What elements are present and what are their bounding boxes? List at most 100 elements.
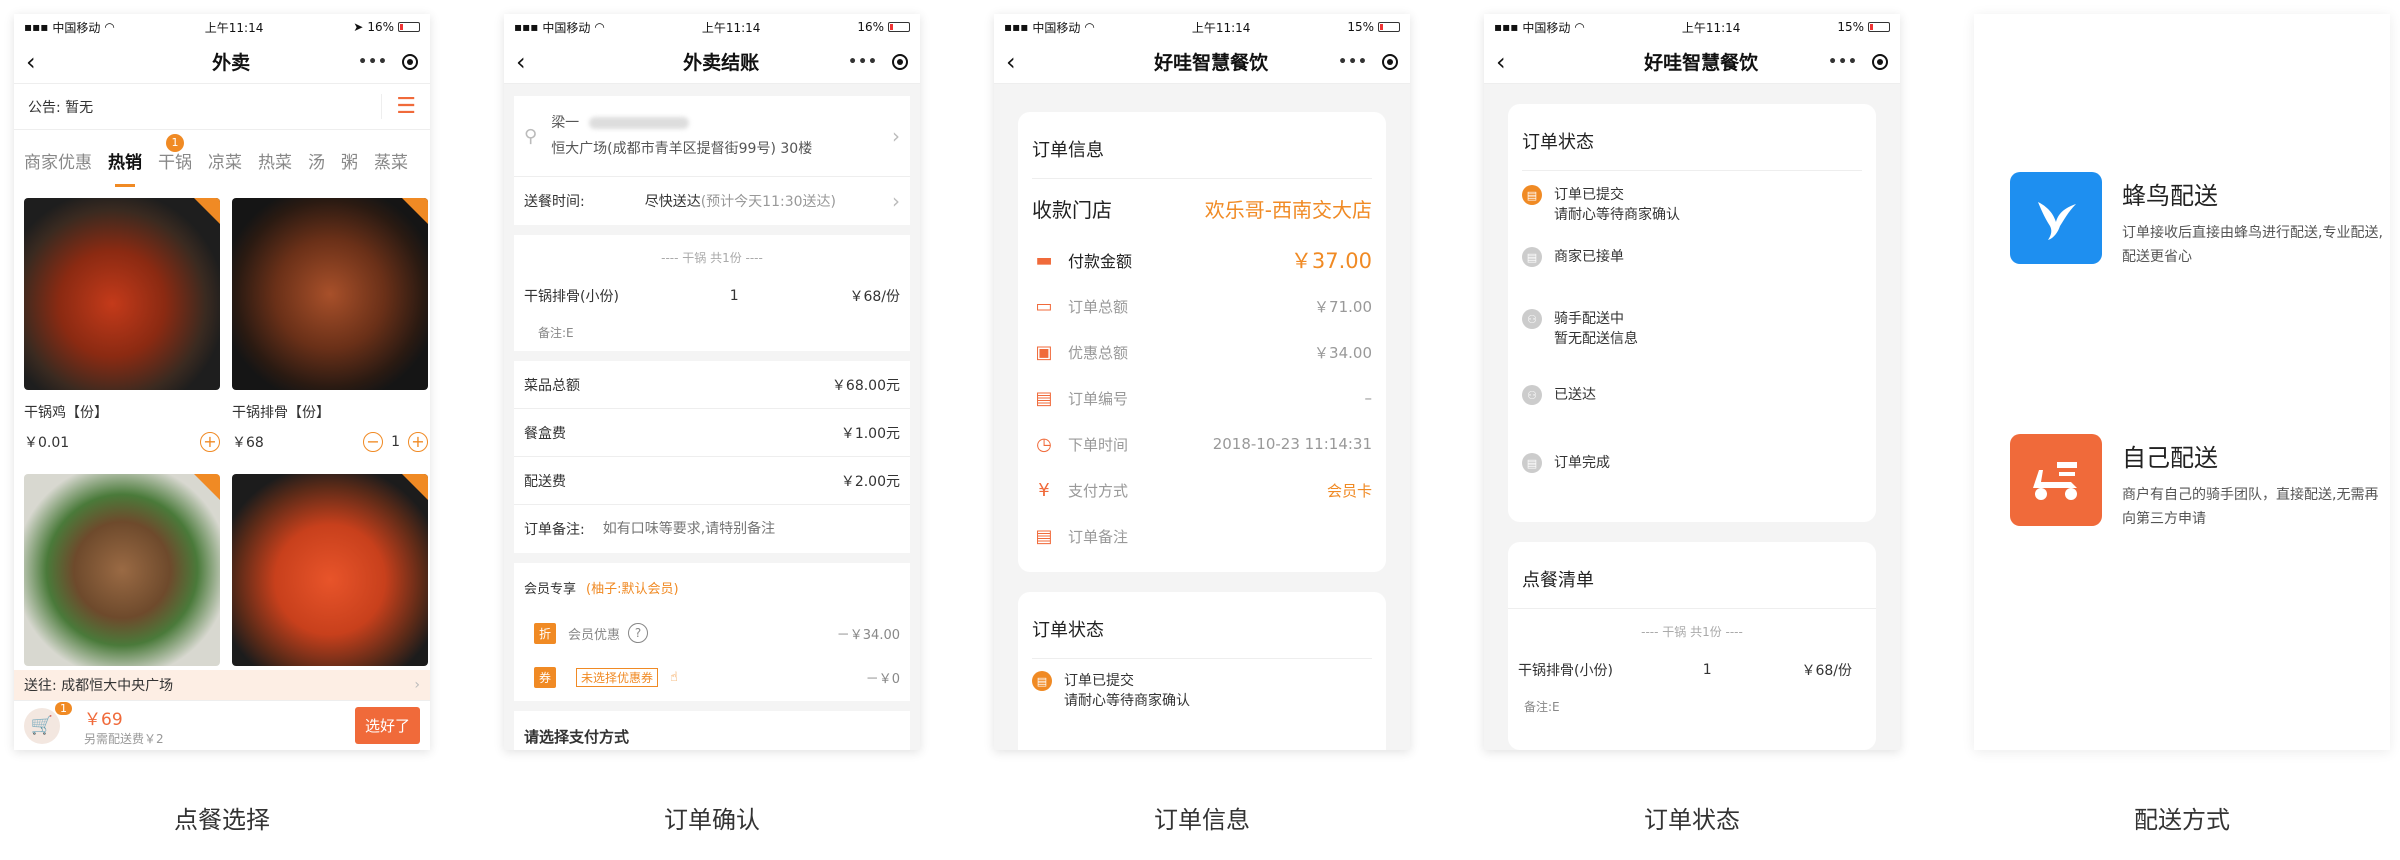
order-item-row: 干锅排骨(小份) 1 ￥68/份 <box>1508 660 1876 680</box>
card-icon: ▭ <box>1035 295 1053 317</box>
info-value: ￥71.00 <box>1314 297 1372 316</box>
wifi-icon: ◠ <box>1084 20 1095 34</box>
tab-dry-pot[interactable]: 1 干锅 <box>158 133 192 173</box>
complete-icon: ▤ <box>1522 453 1542 473</box>
quantity-stepper: −1 + <box>363 432 428 452</box>
food-image-dry-pot-chicken[interactable] <box>24 198 220 390</box>
signal-icon: ▪▪▪ <box>1004 20 1029 34</box>
more-icon[interactable]: ••• <box>358 54 388 70</box>
summary-value: ￥68.00元 <box>831 377 900 394</box>
cart-icon[interactable]: 🛒 1 <box>24 701 72 744</box>
status-bar: ▪▪▪ 中国移动 ◠ 上午11:14 15% <box>994 14 1410 40</box>
summary-value: ￥1.00元 <box>840 425 900 442</box>
nav-bar: ‹ 好哇智慧餐饮 ••• <box>994 40 1410 84</box>
chevron-right-icon: › <box>892 124 900 148</box>
signal-icon: ▪▪▪ <box>1494 20 1519 34</box>
option-title: 自己配送 <box>2122 444 2218 472</box>
battery-icon <box>1867 22 1890 32</box>
remark-label: 订单备注: <box>524 522 585 538</box>
step-sub: 暂无配送信息 <box>1554 331 1638 347</box>
scooter-icon <box>2010 434 2102 526</box>
help-icon[interactable]: ? <box>628 623 649 643</box>
battery-percent: 16% <box>857 20 884 34</box>
more-icon[interactable]: ••• <box>1338 54 1368 70</box>
checkout-button[interactable]: 选好了 <box>354 707 420 744</box>
wifi-icon: ◠ <box>104 20 115 34</box>
delivery-option-fengniao[interactable]: 蜂鸟配送 订单接收后直接由蜂鸟进行配送,专业配送,配送更省心 <box>2010 172 2390 269</box>
clock: 上午11:14 <box>1191 20 1251 35</box>
more-icon[interactable]: ••• <box>848 54 878 70</box>
status-step: ▤ 订单已提交 请耐心等待商家确认 <box>1522 185 1862 247</box>
nav-bar: ‹ 外卖结账 ••• <box>504 40 920 84</box>
more-icon[interactable]: ••• <box>1828 54 1858 70</box>
back-icon[interactable]: ‹ <box>1496 48 1520 76</box>
tab-hot[interactable]: 热销 <box>108 148 142 187</box>
minus-icon[interactable]: − <box>363 432 384 452</box>
close-mini-program-icon[interactable] <box>1872 53 1888 70</box>
pay-value: ￥37.00 <box>1290 249 1372 273</box>
caption-2: 订单确认 <box>664 806 760 834</box>
coupon-row[interactable]: 券未选择优惠券 ☝ －￥0 <box>514 655 910 699</box>
tab-badge: 1 <box>166 133 184 152</box>
clock: 上午11:14 <box>204 20 264 35</box>
screen-delivery-method: 蜂鸟配送 订单接收后直接由蜂鸟进行配送,专业配送,配送更省心 自己配送 商户有自己的… <box>1974 14 2390 750</box>
battery-percent: 15% <box>1347 20 1374 34</box>
food-image-dry-pot-ribs[interactable] <box>232 198 428 390</box>
hot-icon <box>402 198 428 224</box>
food-name: 干锅鸡【份】 <box>24 405 108 421</box>
phone-blurred <box>589 117 690 129</box>
add-icon[interactable]: + <box>200 432 220 452</box>
rider-icon: ⚇ <box>1522 309 1542 329</box>
coupon-value: －￥0 <box>865 671 900 687</box>
tab-soup[interactable]: 汤 <box>308 148 325 173</box>
order-items-card: ---- 干锅 共1份 ---- 干锅排骨(小份) 1 ￥68/份 备注:E <box>514 235 910 351</box>
tab-steamed[interactable]: 蒸菜 <box>374 148 408 173</box>
caption-3: 订单信息 <box>1154 806 1250 834</box>
delivery-option-self[interactable]: 自己配送 商户有自己的骑手团队，直接配送,无需再向第三方申请 <box>2010 434 2390 531</box>
address-card[interactable]: ⚲ 梁一 恒大广场(成都市青羊区提督街99号) 30楼 › <box>514 96 910 177</box>
food-price: ￥68 <box>232 435 264 451</box>
close-mini-program-icon[interactable] <box>402 53 418 70</box>
tab-discount[interactable]: 商家优惠 <box>24 148 92 173</box>
step-sub: 请耐心等待商家确认 <box>1554 207 1680 223</box>
info-label: 优惠总额 <box>1068 343 1129 362</box>
payment-method-row[interactable]: 请选择支付方式 <box>514 711 910 750</box>
step-done-icon: ▤ <box>1032 671 1052 691</box>
delivery-time-row[interactable]: 送餐时间: 尽快送达(预计今天11:30送达) › <box>514 177 910 225</box>
tab-hot-dish[interactable]: 热菜 <box>258 148 292 173</box>
summary-row: 配送费 ￥2.00元 <box>514 457 910 505</box>
cart-bar: 🛒 1 ￥69 另需配送费￥2 选好了 <box>14 700 430 750</box>
delivery-time-label: 送餐时间: <box>524 194 585 210</box>
summary-value: ￥2.00元 <box>840 473 900 490</box>
food-image-3[interactable] <box>24 474 220 666</box>
info-row: ▣ 优惠总额 ￥34.00 <box>1032 329 1372 375</box>
food-image-4[interactable] <box>232 474 428 666</box>
step-sub: 请耐心等待商家确认 <box>1064 693 1190 709</box>
status-step: ▤ 商家已接单 <box>1522 247 1862 309</box>
tab-cold[interactable]: 凉菜 <box>208 148 242 173</box>
summary-label: 配送费 <box>524 473 566 490</box>
step-title: 骑手配送中 <box>1554 311 1624 327</box>
back-icon[interactable]: ‹ <box>26 48 50 76</box>
food-info: 干锅鸡【份】 ￥0.01 + <box>24 402 220 462</box>
chevron-right-icon: › <box>892 189 900 213</box>
close-mini-program-icon[interactable] <box>892 53 908 70</box>
item-note: 备注:E <box>538 326 574 340</box>
delivery-address-bar[interactable]: 送往: 成都恒大中央广场 › <box>14 670 430 700</box>
add-icon[interactable]: + <box>408 432 428 452</box>
summary-row: 餐盒费 ￥1.00元 <box>514 409 910 457</box>
hot-icon <box>194 474 220 500</box>
info-value: – <box>1364 389 1373 407</box>
remark-input[interactable] <box>602 521 853 537</box>
back-icon[interactable]: ‹ <box>516 48 540 76</box>
recipient-name: 梁一 <box>551 115 580 131</box>
page-title: 外卖 <box>212 52 251 74</box>
card-title: 订单状态 <box>1032 592 1372 659</box>
page-title: 外卖结账 <box>683 52 760 74</box>
back-icon[interactable]: ‹ <box>1006 48 1030 76</box>
tab-porridge[interactable]: 粥 <box>341 148 358 173</box>
battery-icon <box>887 22 910 32</box>
menu-list-icon[interactable]: ☰ <box>381 94 416 119</box>
close-mini-program-icon[interactable] <box>1382 53 1398 70</box>
category-tabs: 商家优惠 热销 1 干锅 凉菜 热菜 汤 粥 蒸菜 <box>14 130 430 190</box>
